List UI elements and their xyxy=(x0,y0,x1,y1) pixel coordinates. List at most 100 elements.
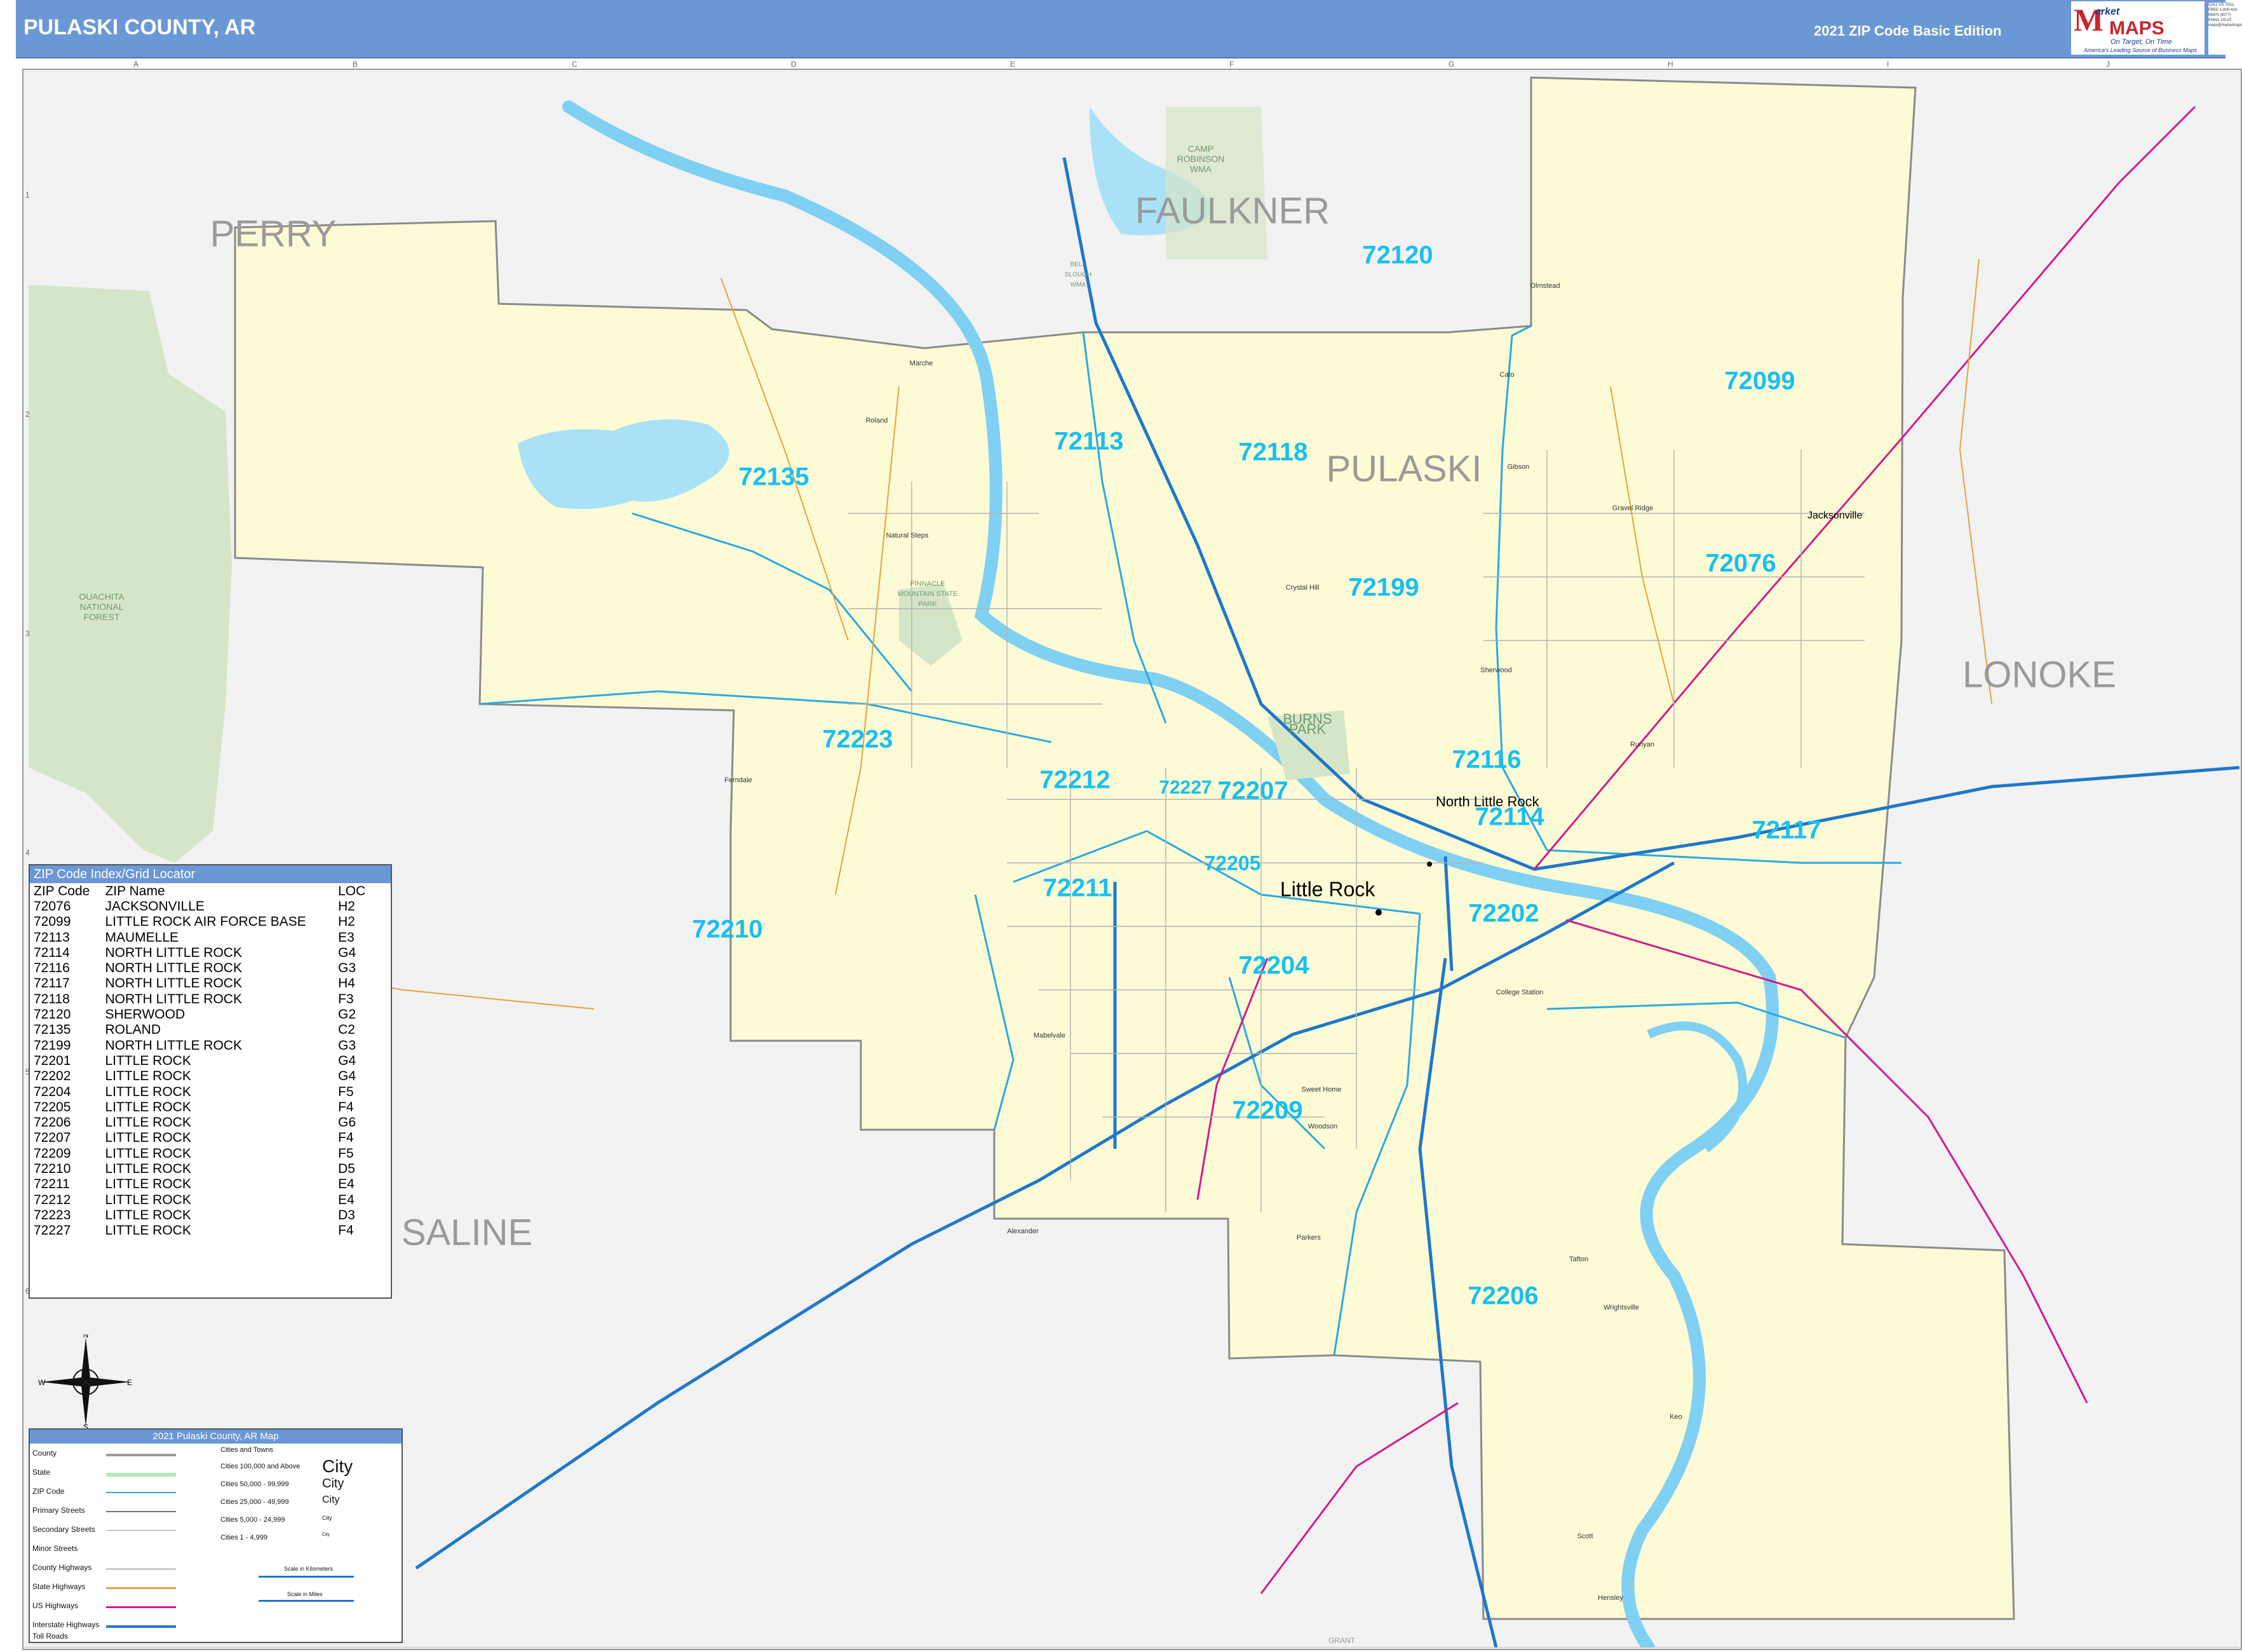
index-zip: 72120 xyxy=(34,1007,71,1022)
zip-label-72116: 72116 xyxy=(1452,745,1522,774)
index-table: ZIP Code ZIP Name LOC 72076 JACKSONVILLE H… xyxy=(31,883,391,1238)
index-loc: G3 xyxy=(338,1038,356,1053)
legend-scale-mi-bar xyxy=(259,1600,354,1602)
map-canvas[interactable] xyxy=(22,69,2239,1648)
zip-label-72113: 72113 xyxy=(1054,427,1124,456)
index-loc: F4 xyxy=(338,1099,354,1114)
contact-info: CALL US TOLL FREE 1-800-424-MAPS (6277) … xyxy=(2208,3,2242,55)
index-zip: 72227 xyxy=(34,1223,71,1238)
index-zip: 72117 xyxy=(34,976,70,991)
zip-label-72210: 72210 xyxy=(692,915,763,944)
index-zip: 72099 xyxy=(34,914,71,930)
legend-primary: Primary Streets xyxy=(32,1506,85,1515)
zip-label-72099: 72099 xyxy=(1724,367,1795,395)
index-zip: 72209 xyxy=(34,1146,71,1161)
index-row: 72113 MAUMELLE E3 xyxy=(31,930,391,945)
index-row: 72202 LITTLE ROCK G4 xyxy=(31,1069,391,1084)
legend-title: 2021 Pulaski County, AR Map xyxy=(30,1430,402,1444)
zip-label-72076: 72076 xyxy=(1705,549,1776,578)
index-zip: 72076 xyxy=(34,898,71,914)
north-little-rock-dot xyxy=(1427,862,1432,867)
town-parkers: Parkers xyxy=(1297,1234,1321,1242)
town-gravel-ridge: Gravel Ridge xyxy=(1612,504,1654,512)
legend-county-swatch xyxy=(106,1454,176,1456)
index-zip: 72205 xyxy=(34,1099,71,1114)
index-loc: F5 xyxy=(338,1084,354,1099)
legend-scale-km: Scale in Kilometers xyxy=(284,1566,334,1572)
index-loc: E3 xyxy=(338,930,355,945)
index-loc: G4 xyxy=(338,1069,356,1084)
legend-city-sample-5: City xyxy=(322,1533,330,1537)
index-name: LITTLE ROCK xyxy=(105,1223,191,1238)
zip-label-72212: 72212 xyxy=(1039,766,1111,794)
map-title: PULASKI COUNTY, AR xyxy=(24,15,256,39)
index-loc: G4 xyxy=(338,1053,356,1068)
legend-us-hwy-swatch xyxy=(106,1606,176,1608)
index-row: 72135 ROLAND C2 xyxy=(31,1022,391,1038)
market-maps-logo: M arket MAPS On Target, On Time America'… xyxy=(2071,1,2205,55)
town-scott: Scott xyxy=(1577,1533,1593,1540)
county-label-grant: GRANT xyxy=(1328,1636,1355,1645)
index-zip: 72204 xyxy=(34,1084,71,1099)
town-sweet-home: Sweet Home xyxy=(1301,1086,1342,1093)
town-woodson: Woodson xyxy=(1307,1123,1338,1130)
index-name: NORTH LITTLE ROCK xyxy=(105,961,242,976)
town-cato: Cato xyxy=(1499,371,1515,379)
zip-label-72114: 72114 xyxy=(1475,802,1544,831)
national-forest-area xyxy=(29,285,232,863)
index-zip: 72210 xyxy=(34,1161,71,1176)
legend-city-class-4: Cities 5,000 - 24,999 xyxy=(220,1516,285,1524)
index-loc: E4 xyxy=(338,1177,355,1192)
town-keo: Keo xyxy=(1670,1413,1682,1421)
legend-county-hwy-swatch xyxy=(106,1568,176,1570)
legend-scale-km-bar xyxy=(259,1576,354,1578)
feature-camp-robinson: CAMP ROBINSON WMA xyxy=(1177,144,1225,174)
zip-label-72118: 72118 xyxy=(1238,438,1308,466)
index-col-name: ZIP Name xyxy=(105,883,165,898)
legend-zip: ZIP Code xyxy=(32,1487,65,1496)
town-sherwood: Sherwood xyxy=(1480,667,1512,674)
legend-state-hwy-swatch xyxy=(106,1587,176,1589)
index-loc: H2 xyxy=(338,914,355,930)
compass-rose-icon: N S W E xyxy=(38,1334,132,1430)
index-row: 72120 SHERWOOD G2 xyxy=(31,1006,391,1022)
index-row: 72099 LITTLE ROCK AIR FORCE BASE H2 xyxy=(31,914,391,930)
town-hensley: Hensley xyxy=(1598,1594,1623,1602)
legend-county: County xyxy=(32,1449,57,1458)
index-name: LITTLE ROCK xyxy=(105,1177,191,1192)
index-zip: 72114 xyxy=(34,945,70,960)
grid-col-d: D xyxy=(791,60,797,69)
county-label-lonoke: LONOKE xyxy=(1962,654,2116,696)
grid-col-b: B xyxy=(353,60,358,69)
index-zip: 72212 xyxy=(34,1192,71,1207)
index-loc: G6 xyxy=(338,1115,356,1130)
legend-city-class-5: Cities 1 - 4,999 xyxy=(220,1534,267,1541)
zip-label-72227: 72227 xyxy=(1159,777,1212,798)
index-loc: G2 xyxy=(338,1007,356,1022)
legend-interstate-swatch xyxy=(106,1625,176,1628)
map-header: PULASKI COUNTY, AR 2021 ZIP Code Basic E… xyxy=(16,0,2225,58)
index-col-loc: LOC xyxy=(338,883,366,898)
town-tafton: Tafton xyxy=(1569,1256,1588,1263)
zip-label-72117: 72117 xyxy=(1752,816,1821,844)
index-name: LITTLE ROCK xyxy=(105,1207,191,1222)
grid-row-3: 3 xyxy=(25,629,30,638)
town-olmstead: Olmstead xyxy=(1530,282,1560,290)
zip-label-72205: 72205 xyxy=(1204,851,1261,875)
index-row: 72116 NORTH LITTLE ROCK G3 xyxy=(31,960,391,975)
legend-city-sample-3: City xyxy=(322,1494,340,1505)
zip-label-72120: 72120 xyxy=(1362,241,1433,269)
zip-label-72207: 72207 xyxy=(1217,776,1288,805)
index-zip: 72113 xyxy=(34,930,70,945)
grid-col-a: A xyxy=(133,60,139,69)
index-row: 72114 NORTH LITTLE ROCK G4 xyxy=(31,945,391,960)
town-roland: Roland xyxy=(865,417,888,424)
index-loc: F4 xyxy=(338,1130,354,1146)
zip-label-72199: 72199 xyxy=(1348,573,1419,602)
grid-row-1: 1 xyxy=(25,191,30,200)
grid-col-j: J xyxy=(2106,60,2110,69)
town-runyan: Runyan xyxy=(1630,741,1654,748)
legend-us-hwy: US Highways xyxy=(32,1601,79,1610)
legend-zip-swatch xyxy=(106,1492,176,1493)
legend-secondary-swatch xyxy=(106,1530,176,1531)
